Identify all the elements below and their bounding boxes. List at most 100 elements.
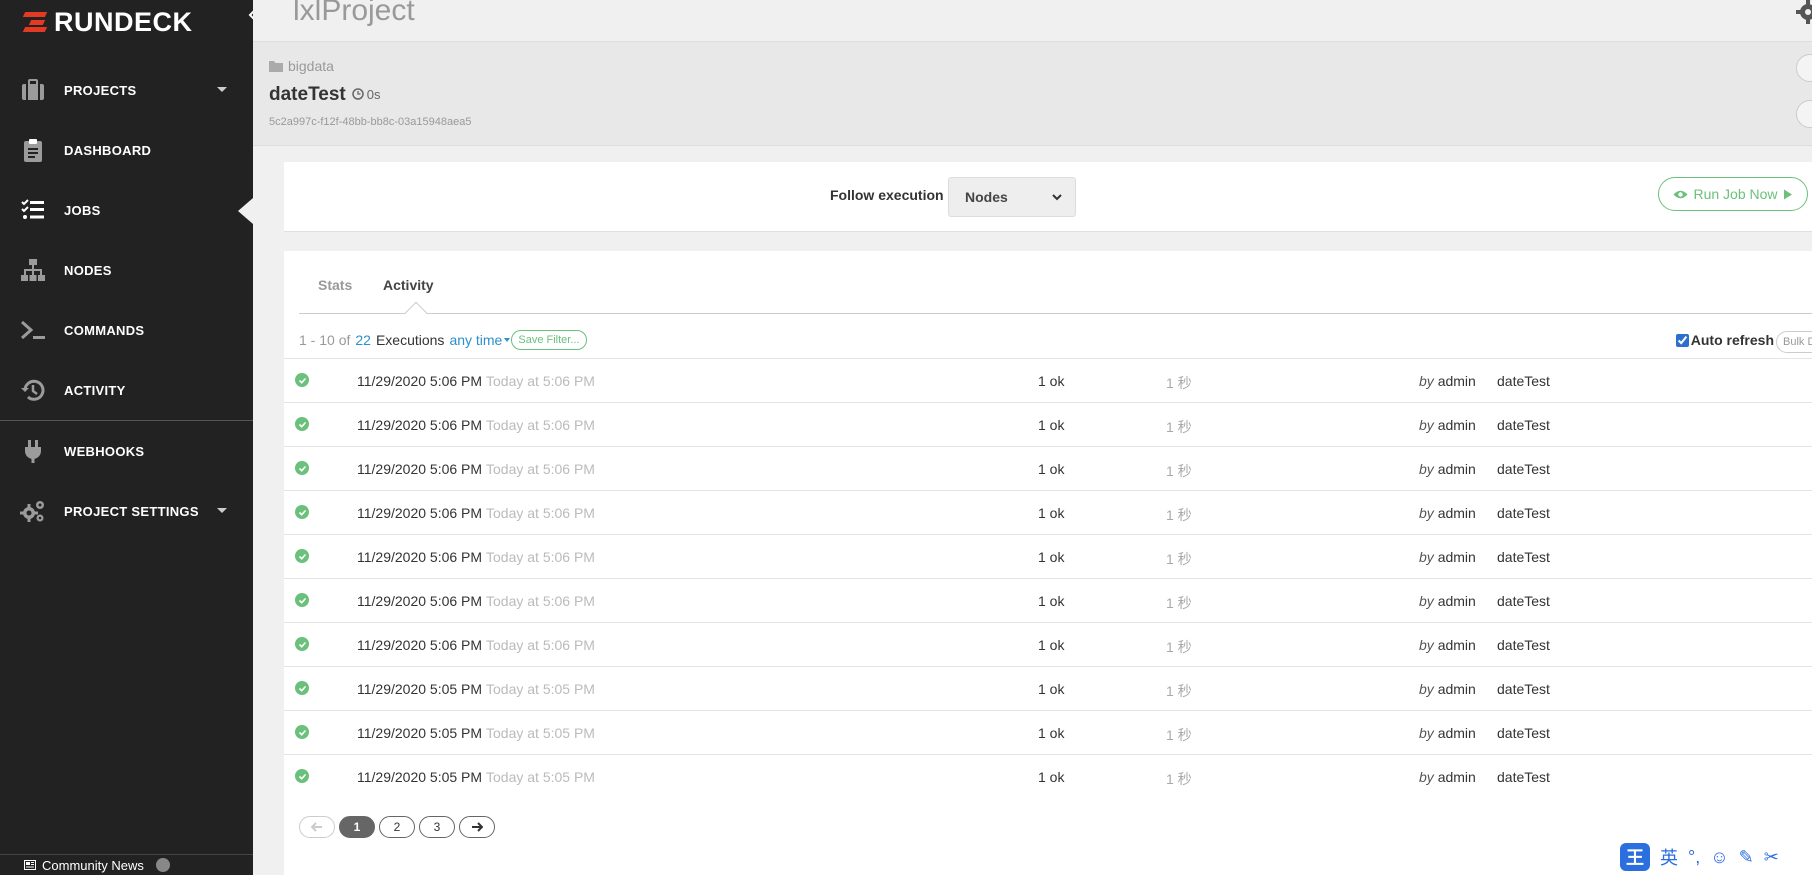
follow-execution-value: Nodes (965, 189, 1008, 205)
auto-refresh-label: Auto refresh (1690, 332, 1774, 348)
tab-bar: Stats Activity (299, 251, 1812, 325)
gear-icon[interactable] (1796, 0, 1812, 24)
execution-result: 1 ok (1038, 637, 1065, 653)
sidebar-item-activity[interactable]: ACTIVITY (0, 360, 253, 420)
execution-date[interactable]: 11/29/2020 5:06 PM (357, 549, 482, 565)
execution-row[interactable]: 11/29/2020 5:06 PM Today at 5:06 PM 1 ok 1 … (284, 402, 1812, 446)
execution-date[interactable]: 11/29/2020 5:05 PM (357, 681, 482, 697)
execution-user: by admin (1419, 593, 1476, 609)
execution-relative-time: Today at 5:06 PM (486, 461, 595, 477)
brand[interactable]: RUNDECK (0, 0, 270, 44)
follow-execution-label: Follow execution (830, 187, 944, 203)
execution-row[interactable]: 11/29/2020 5:06 PM Today at 5:06 PM 1 ok 1 … (284, 490, 1812, 534)
prev-page-button[interactable] (299, 816, 335, 838)
execution-result: 1 ok (1038, 505, 1065, 521)
sidebar-item-project-settings[interactable]: PROJECT SETTINGS (0, 481, 253, 541)
execution-row[interactable]: 11/29/2020 5:06 PM Today at 5:06 PM 1 ok 1 … (284, 534, 1812, 578)
page-button[interactable]: 3 (419, 816, 455, 838)
rundeck-logo-icon (22, 10, 48, 34)
execution-duration: 1 秒 (1166, 375, 1192, 391)
run-panel: Follow execution Nodes Run Job Now (284, 162, 1812, 232)
execution-date[interactable]: 11/29/2020 5:06 PM (357, 593, 482, 609)
execution-date[interactable]: 11/29/2020 5:06 PM (357, 637, 482, 653)
execution-user-name: admin (1437, 461, 1476, 477)
page-button[interactable]: 1 (339, 816, 375, 838)
sidebar-item-jobs[interactable]: JOBS (0, 180, 253, 240)
execution-date[interactable]: 11/29/2020 5:05 PM (357, 769, 482, 785)
page-button[interactable]: 2 (379, 816, 415, 838)
execution-date[interactable]: 11/29/2020 5:06 PM (357, 373, 482, 389)
sidebar-item-projects[interactable]: PROJECTS (0, 60, 253, 120)
ime-toolbar: 王 英 °, ☺ ✎ ✂ (1612, 839, 1812, 875)
by-label: by (1419, 769, 1434, 785)
execution-user: by admin (1419, 769, 1476, 785)
tab-stats[interactable]: Stats (318, 277, 352, 293)
cogs-icon (18, 496, 48, 526)
job-group[interactable]: bigdata (269, 58, 334, 74)
execution-date[interactable]: 11/29/2020 5:05 PM (357, 725, 482, 741)
sidebar-item-nodes[interactable]: NODES (0, 240, 253, 300)
execution-date[interactable]: 11/29/2020 5:06 PM (357, 417, 482, 433)
follow-execution-select[interactable]: Nodes (948, 177, 1076, 217)
next-page-button[interactable] (459, 816, 495, 838)
run-job-now-button[interactable]: Run Job Now (1658, 177, 1808, 211)
execution-result: 1 ok (1038, 593, 1065, 609)
list-check-icon (18, 195, 48, 225)
execution-user: by admin (1419, 373, 1476, 389)
job-uuid: 5c2a997c-f12f-48bb-bb8c-03a15948aea5 (269, 116, 472, 128)
save-filter-button[interactable]: Save Filter... (511, 330, 587, 350)
by-label: by (1419, 725, 1434, 741)
pen-icon[interactable]: ✎ (1739, 847, 1754, 868)
auto-refresh-toggle[interactable]: Auto refresh (1675, 332, 1774, 348)
time-filter-dropdown[interactable]: any time (449, 332, 511, 348)
notification-dot-icon (155, 858, 170, 872)
execution-user-name: admin (1437, 725, 1476, 741)
execution-user: by admin (1419, 417, 1476, 433)
clock-icon (351, 88, 364, 100)
execution-duration: 1 秒 (1166, 639, 1192, 655)
execution-date[interactable]: 11/29/2020 5:06 PM (357, 505, 482, 521)
by-label: by (1419, 505, 1434, 521)
success-status-icon (295, 637, 309, 651)
project-title[interactable]: lxlProject (293, 0, 415, 28)
bulk-delete-button[interactable]: Bulk Delete (1776, 331, 1812, 353)
execution-row[interactable]: 11/29/2020 5:05 PM Today at 5:05 PM 1 ok 1 … (284, 666, 1812, 710)
execution-date[interactable]: 11/29/2020 5:06 PM (357, 461, 482, 477)
chevron-down-icon (1052, 194, 1062, 201)
ime-language-toggle[interactable]: 英 (1660, 844, 1678, 870)
sidebar-item-dashboard[interactable]: DASHBOARD (0, 120, 253, 180)
execution-job-name: dateTest (1497, 637, 1550, 653)
briefcase-icon (18, 75, 48, 105)
auto-refresh-checkbox[interactable] (1675, 333, 1689, 347)
execution-row[interactable]: 11/29/2020 5:05 PM Today at 5:05 PM 1 ok 1 … (284, 710, 1812, 754)
sidebar-item-webhooks[interactable]: WEBHOOKS (0, 421, 253, 481)
execution-row[interactable]: 11/29/2020 5:06 PM Today at 5:06 PM 1 ok 1 … (284, 446, 1812, 490)
community-news-link[interactable]: Community News (0, 854, 253, 875)
sidebar-item-label: PROJECTS (64, 82, 137, 98)
run-job-now-label: Run Job Now (1693, 186, 1778, 202)
plug-icon (18, 436, 48, 466)
execution-job-name: dateTest (1497, 593, 1550, 609)
sidebar-item-commands[interactable]: COMMANDS (0, 300, 253, 360)
job-name[interactable]: dateTest (269, 84, 346, 106)
by-label: by (1419, 637, 1434, 653)
execution-relative-time: Today at 5:06 PM (486, 373, 595, 389)
execution-row[interactable]: 11/29/2020 5:05 PM Today at 5:05 PM 1 ok 1 … (284, 754, 1812, 798)
execution-user-name: admin (1437, 769, 1476, 785)
ime-logo[interactable]: 王 (1620, 843, 1650, 871)
execution-row[interactable]: 11/29/2020 5:06 PM Today at 5:06 PM 1 ok 1 … (284, 622, 1812, 666)
success-status-icon (295, 417, 309, 431)
tab-activity[interactable]: Activity (383, 277, 434, 293)
success-status-icon (295, 373, 309, 387)
scissors-icon[interactable]: ✂ (1764, 847, 1779, 868)
job-info-button[interactable] (1796, 100, 1812, 128)
caret-down-icon (217, 508, 227, 513)
execution-row[interactable]: 11/29/2020 5:06 PM Today at 5:06 PM 1 ok 1 … (284, 578, 1812, 622)
execution-relative-time: Today at 5:06 PM (486, 549, 595, 565)
execution-row[interactable]: 11/29/2020 5:06 PM Today at 5:06 PM 1 ok 1 … (284, 358, 1812, 402)
execution-result: 1 ok (1038, 461, 1065, 477)
job-actions-button[interactable] (1796, 54, 1812, 82)
ime-punctuation-icon[interactable]: °, (1688, 847, 1700, 868)
emoji-icon[interactable]: ☺ (1710, 847, 1728, 868)
execution-job-name: dateTest (1497, 725, 1550, 741)
